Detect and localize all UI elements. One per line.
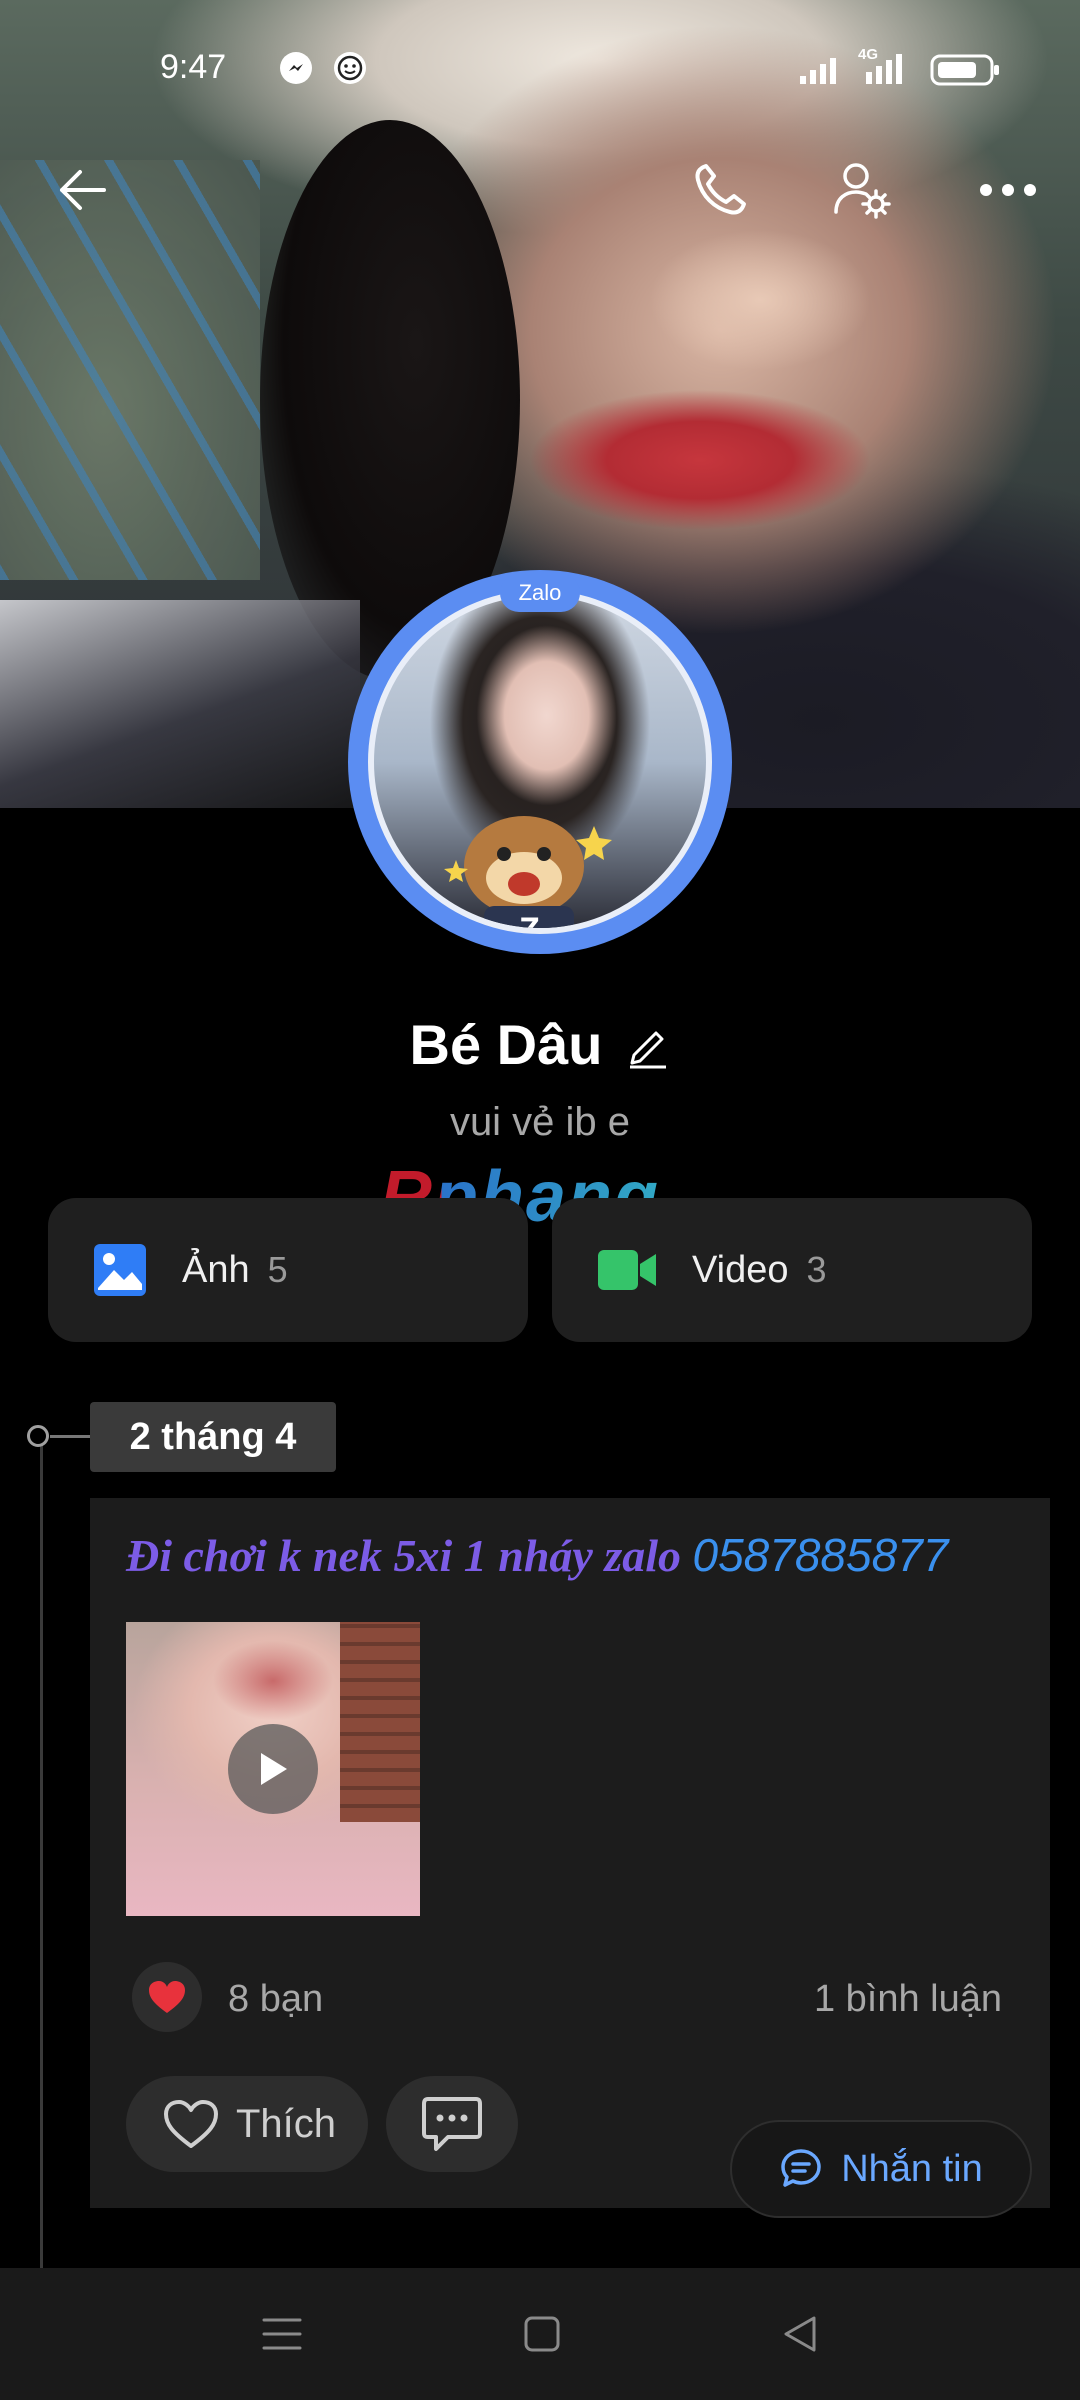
avatar-photo: Z (368, 590, 712, 934)
heart-reaction-icon (149, 1981, 185, 2013)
timeline-line (40, 1440, 43, 2270)
battery-icon (930, 54, 1002, 91)
post-text-phone[interactable]: 0587885877 (693, 1529, 949, 1581)
status-time: 9:47 (160, 48, 227, 86)
profile-name: Bé Dâu (409, 1013, 603, 1076)
video-camera-icon (598, 1250, 656, 1290)
timeline-connector (50, 1435, 90, 1438)
timeline-dot (27, 1425, 49, 1447)
photo-icon (94, 1244, 146, 1296)
home-button[interactable] (522, 2314, 562, 2359)
comment-button[interactable] (386, 2076, 518, 2172)
svg-text:Z: Z (519, 911, 540, 934)
back-triangle-icon (784, 2316, 816, 2352)
profile-name-row: Bé Dâu (0, 1012, 1080, 1077)
videos-card[interactable]: Video 3 (552, 1198, 1032, 1342)
videos-count: 3 (806, 1249, 827, 1290)
more-dots-icon (980, 184, 1036, 196)
videos-label: Video (692, 1248, 789, 1291)
signal-icon (798, 54, 846, 91)
signal-4g-icon: 4G (856, 46, 912, 91)
call-button[interactable] (680, 150, 760, 230)
phone-icon (695, 164, 746, 215)
reaction-count[interactable]: 8 bạn (228, 1978, 323, 2021)
post-text-main: Đi chơi k nek 5xi 1 nháy zalo (126, 1530, 682, 1581)
pencil-icon (630, 1031, 667, 1068)
post-text: Đi chơi k nek 5xi 1 nháy zalo 0587885877 (126, 1528, 948, 1582)
status-bar: 9:47 4G (0, 0, 1080, 118)
play-button[interactable] (228, 1724, 318, 1814)
back-button[interactable] (42, 150, 122, 230)
post-video-thumbnail[interactable] (126, 1622, 420, 1916)
back-arrow-icon (60, 170, 106, 210)
photos-label: Ảnh (182, 1248, 250, 1291)
sticker-mascot-icon: Z (444, 816, 612, 934)
messenger-icon (280, 52, 312, 84)
home-square-icon (524, 2316, 560, 2352)
chat-bubble-icon (781, 2149, 821, 2187)
network-type: 4G (858, 46, 879, 63)
system-navigation-bar (0, 2268, 1080, 2400)
heart-outline-icon (164, 2100, 218, 2148)
timeline-date: 2 tháng 4 (90, 1402, 336, 1472)
like-button[interactable]: Thích (126, 2076, 368, 2172)
thumbnail-brick-wall (340, 1622, 420, 1822)
message-button[interactable]: Nhắn tin (730, 2120, 1032, 2218)
photos-card[interactable]: Ảnh 5 (48, 1198, 528, 1342)
edit-name-button[interactable] (626, 1021, 670, 1069)
message-label: Nhắn tin (841, 2147, 983, 2190)
cover-background-fence (0, 160, 260, 580)
profile-settings-button[interactable] (822, 150, 902, 230)
avatar[interactable]: Z (348, 570, 732, 954)
cover-jacket-shape (0, 600, 360, 808)
play-icon (261, 1753, 287, 1785)
profile-bio: vui vẻ ib e (449, 1100, 631, 1144)
comment-icon (422, 2097, 482, 2151)
comment-count[interactable]: 1 bình luận (814, 1978, 1002, 2021)
system-back-button[interactable] (780, 2314, 820, 2359)
like-label: Thích (236, 2101, 337, 2146)
reaction-bubble[interactable] (132, 1962, 202, 2032)
emoji-notification-icon (334, 52, 366, 84)
menu-lines-icon (262, 2318, 302, 2350)
zalo-badge: Zalo (500, 574, 580, 612)
photos-count: 5 (267, 1249, 288, 1290)
user-settings-icon (834, 163, 891, 219)
recents-button[interactable] (262, 2314, 302, 2359)
more-options-button[interactable] (968, 150, 1048, 230)
